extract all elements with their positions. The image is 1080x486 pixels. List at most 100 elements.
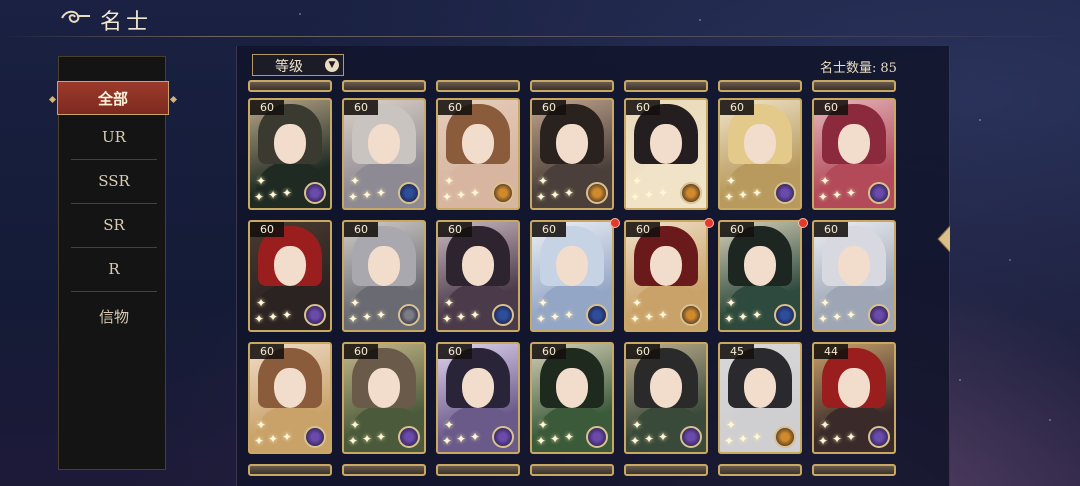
character-card[interactable]: ✦ ✦ ✦ ✦ 60	[530, 98, 614, 210]
character-card[interactable]: ✦ ✦ ✦ ✦ 60	[624, 220, 708, 332]
notification-dot	[704, 218, 714, 228]
character-card[interactable]: ✦ ✦ ✦ ✦ 60	[530, 220, 614, 332]
level-badge: 60	[720, 100, 754, 115]
character-card-partial[interactable]	[248, 464, 332, 476]
level-badge: 60	[720, 222, 754, 237]
character-card[interactable]: ✦ ✦ ✦ ✦ 60	[436, 98, 520, 210]
star-icon: ✦	[254, 434, 265, 448]
character-card-partial[interactable]	[530, 464, 614, 476]
portrait-face	[556, 246, 588, 286]
character-card-partial[interactable]	[624, 80, 708, 92]
star-icon: ✦	[538, 296, 549, 310]
element-icon	[868, 426, 890, 448]
star-icon: ✦	[726, 174, 737, 188]
star-icon: ✦	[738, 432, 749, 446]
star-icon: ✦	[832, 188, 843, 202]
star-icon: ✦	[726, 418, 737, 432]
element-icon	[774, 304, 796, 326]
star-icon: ✦	[846, 308, 857, 322]
character-card[interactable]: ✦ ✦ ✦ ✦ 60	[812, 98, 896, 210]
character-card-partial[interactable]	[530, 80, 614, 92]
level-badge: 60	[250, 344, 284, 359]
character-card[interactable]: ✦ ✦ ✦ ✦ 60	[342, 220, 426, 332]
character-card-partial[interactable]	[342, 464, 426, 476]
sidebar-item-r[interactable]: R	[71, 247, 157, 292]
star-icon: ✦	[632, 174, 643, 188]
character-card[interactable]: ✦ ✦ ✦ ✦ 60	[342, 342, 426, 454]
star-icon: ✦	[724, 312, 735, 326]
star-icon: ✦	[564, 430, 575, 444]
level-badge: 60	[250, 100, 284, 115]
character-card[interactable]: ✦ ✦ ✦ ✦ 60	[530, 342, 614, 454]
character-card[interactable]: ✦ ✦ ✦ ✦ 60	[718, 98, 802, 210]
star-icon: ✦	[256, 296, 267, 310]
character-card-partial[interactable]	[342, 80, 426, 92]
header-divider	[0, 36, 1080, 37]
character-card-partial[interactable]	[718, 464, 802, 476]
portrait-face	[368, 246, 400, 286]
element-icon	[304, 304, 326, 326]
star-icon: ✦	[550, 432, 561, 446]
portrait-face	[744, 246, 776, 286]
star-icon: ✦	[738, 188, 749, 202]
character-card[interactable]: ✦ ✦ ✦ ✦ 60	[812, 220, 896, 332]
character-card-partial[interactable]	[718, 80, 802, 92]
star-icon: ✦	[350, 418, 361, 432]
character-card[interactable]: ✦ ✦ ✦ ✦ 60	[248, 342, 332, 454]
star-icon: ✦	[658, 186, 669, 200]
star-icon: ✦	[456, 188, 467, 202]
portrait-face	[838, 368, 870, 408]
portrait-face	[368, 124, 400, 164]
portrait-face	[462, 246, 494, 286]
character-card-partial[interactable]	[248, 80, 332, 92]
star-icon: ✦	[752, 430, 763, 444]
character-card[interactable]: ✦ ✦ ✦ ✦ 60	[624, 98, 708, 210]
star-icon: ✦	[350, 174, 361, 188]
level-badge: 60	[344, 344, 378, 359]
character-card[interactable]: ✦ ✦ ✦ ✦ 60	[436, 220, 520, 332]
element-icon	[492, 426, 514, 448]
star-icon: ✦	[726, 296, 737, 310]
character-card[interactable]: ✦ ✦ ✦ ✦ 60	[624, 342, 708, 454]
element-icon	[774, 182, 796, 204]
character-card-partial[interactable]	[812, 80, 896, 92]
sidebar-item-ur[interactable]: UR	[71, 115, 157, 160]
character-card-partial[interactable]	[624, 464, 708, 476]
character-card[interactable]: ✦ ✦ ✦ ✦ 44	[812, 342, 896, 454]
notification-dot	[610, 218, 620, 228]
element-icon	[774, 426, 796, 448]
character-card[interactable]: ✦ ✦ ✦ ✦ 60	[436, 342, 520, 454]
sidebar-item-ssr[interactable]: SSR	[71, 159, 157, 204]
star-icon: ✦	[818, 190, 829, 204]
collapse-arrow-icon[interactable]	[934, 224, 954, 254]
star-icon: ✦	[362, 188, 373, 202]
element-icon	[586, 304, 608, 326]
portrait-face	[650, 368, 682, 408]
star-icon: ✦	[376, 430, 387, 444]
star-icon: ✦	[658, 430, 669, 444]
star-icon: ✦	[818, 312, 829, 326]
character-count: 名士数量: 85	[816, 57, 897, 76]
character-card-partial[interactable]	[812, 464, 896, 476]
level-badge: 60	[438, 222, 472, 237]
star-icon: ✦	[724, 190, 735, 204]
character-card-partial[interactable]	[436, 464, 520, 476]
sidebar-item-token[interactable]: 信物	[71, 295, 157, 339]
star-icon: ✦	[348, 312, 359, 326]
star-icon: ✦	[630, 312, 641, 326]
top-bar: 名士	[0, 0, 1080, 40]
back-icon[interactable]	[58, 6, 94, 30]
character-card[interactable]: ✦ ✦ ✦ ✦ 60	[342, 98, 426, 210]
character-card[interactable]: ✦ ✦ ✦ ✦ 60	[248, 220, 332, 332]
star-icon: ✦	[254, 190, 265, 204]
character-card[interactable]: ✦ ✦ ✦ ✦ 45	[718, 342, 802, 454]
star-icon: ✦	[818, 434, 829, 448]
character-card-partial[interactable]	[436, 80, 520, 92]
sort-dropdown[interactable]: 等级 ▼	[252, 54, 344, 76]
star-icon: ✦	[538, 174, 549, 188]
star-icon: ✦	[724, 434, 735, 448]
sidebar-item-all[interactable]: 全部	[57, 81, 169, 115]
character-card[interactable]: ✦ ✦ ✦ ✦ 60	[718, 220, 802, 332]
sidebar-item-sr[interactable]: SR	[71, 203, 157, 248]
character-card[interactable]: ✦ ✦ ✦ ✦ 60	[248, 98, 332, 210]
